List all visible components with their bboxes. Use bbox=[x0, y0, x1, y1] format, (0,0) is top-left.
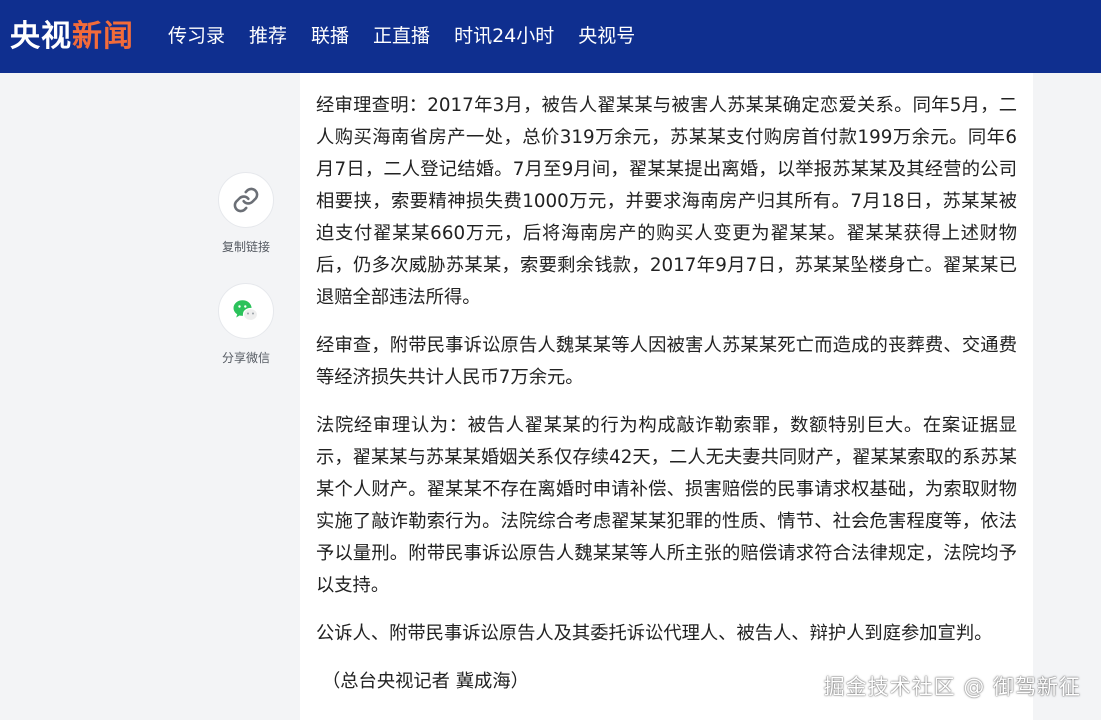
nav-item-recommend[interactable]: 推荐 bbox=[249, 0, 287, 73]
logo-text-accent: 新闻 bbox=[72, 19, 134, 54]
link-icon bbox=[233, 187, 259, 213]
article-paragraph: 经审查，附带民事诉讼原告人魏某某等人因被害人苏某某死亡而造成的丧葬费、交通费等经… bbox=[316, 335, 1017, 388]
nav-item-24h-news[interactable]: 时讯24小时 bbox=[454, 0, 554, 73]
cctv-news-logo[interactable]: 央视新闻 bbox=[10, 0, 134, 73]
logo-text-main: 央视 bbox=[10, 19, 72, 54]
nav-item-live[interactable]: 正直播 bbox=[373, 0, 430, 73]
top-header: 央视新闻 传习录 推荐 联播 正直播 时讯24小时 央视号 bbox=[0, 0, 1101, 73]
article-paragraph: 法院经审理认为：被告人翟某某的行为构成敲诈勒索罪，数额特别巨大。在案证据显示，翟… bbox=[316, 415, 1017, 596]
article-body: 经审理查明：2017年3月，被告人翟某某与被害人苏某某确定恋爱关系。同年5月，二… bbox=[300, 73, 1033, 720]
main-nav: 传习录 推荐 联播 正直播 时讯24小时 央视号 bbox=[168, 0, 659, 73]
article-paragraph: 公诉人、附带民事诉讼原告人及其委托诉讼代理人、被告人、辩护人到庭参加宣判。 bbox=[316, 623, 993, 644]
share-wechat-circle bbox=[218, 283, 274, 339]
share-sidebar: 复制链接 分享微信 bbox=[216, 172, 276, 394]
copy-link-circle bbox=[218, 172, 274, 228]
article-paragraph: 经审理查明：2017年3月，被告人翟某某与被害人苏某某确定恋爱关系。同年5月，二… bbox=[316, 95, 1017, 308]
juejin-watermark: 掘金技术社区 @ 御驾新征 bbox=[823, 675, 1081, 699]
wechat-icon bbox=[233, 300, 259, 322]
nav-item-chuanxilu[interactable]: 传习录 bbox=[168, 0, 225, 73]
copy-link-label: 复制链接 bbox=[221, 240, 270, 254]
nav-item-lianbo[interactable]: 联播 bbox=[311, 0, 349, 73]
nav-item-cctv-hao[interactable]: 央视号 bbox=[578, 0, 635, 73]
share-wechat-label: 分享微信 bbox=[221, 351, 270, 365]
copy-link-button[interactable]: 复制链接 bbox=[216, 172, 276, 255]
share-wechat-button[interactable]: 分享微信 bbox=[216, 283, 276, 366]
